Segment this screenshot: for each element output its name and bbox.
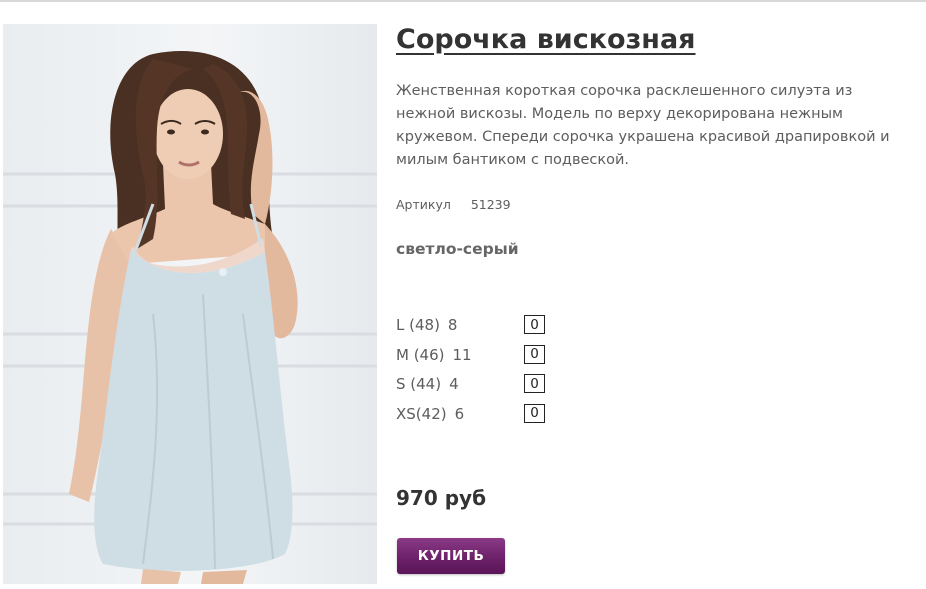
quantity-input[interactable]	[524, 315, 545, 334]
size-label: XS(42)	[396, 404, 447, 423]
sku-label: Артикул	[396, 197, 451, 212]
top-divider	[0, 0, 926, 2]
quantity-input[interactable]	[524, 403, 545, 423]
size-stock: 11	[452, 345, 472, 364]
product-photo	[3, 24, 377, 584]
size-stock: 8	[447, 316, 458, 334]
product-description: Женственная короткая сорочка расклешенно…	[396, 83, 890, 168]
product-title: Сорочка вискозная	[396, 24, 696, 55]
product-color: светло-серый	[396, 240, 519, 258]
product-price: 970 руб	[396, 486, 487, 510]
size-stock: 4	[449, 375, 459, 393]
quantity-input[interactable]	[524, 374, 545, 393]
size-row: XS(42) 6	[396, 402, 556, 432]
sku-info: Артикул 51239	[396, 197, 511, 212]
size-row: M (46) 11	[396, 343, 556, 373]
size-label: M (46)	[396, 345, 445, 364]
size-label: S (44)	[396, 375, 442, 393]
size-label: L (48)	[396, 316, 440, 334]
sku-value: 51239	[470, 197, 511, 212]
size-row: S (44) 4	[396, 372, 556, 402]
size-list: L (48) 8 M (46) 11 S (44) 4 XS(42) 6	[396, 313, 556, 431]
size-stock: 6	[454, 404, 465, 423]
buy-button[interactable]: КУПИТЬ	[397, 538, 505, 574]
size-row: L (48) 8	[396, 313, 556, 343]
quantity-input[interactable]	[524, 344, 545, 364]
